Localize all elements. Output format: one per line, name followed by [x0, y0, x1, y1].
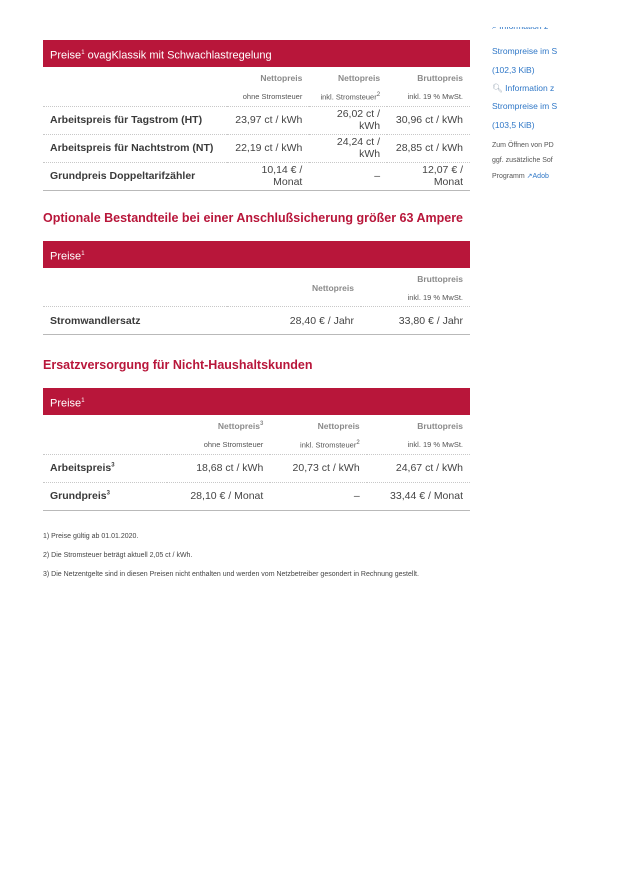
- pdf-note: Programm ↗Adob: [492, 173, 549, 180]
- price-cell: 12,07 € / Monat: [387, 161, 470, 191]
- price-cell: 10,14 € / Monat: [227, 161, 310, 191]
- table-head-row: Nettopreis Bruttopreis inkl. 19 % MwSt.: [43, 268, 470, 307]
- price-cell: 28,10 € / Monat: [167, 481, 271, 511]
- footnote-ref: 1: [81, 398, 85, 404]
- table-row: Grundpreis3 28,10 € / Monat – 33,44 € / …: [43, 481, 470, 511]
- price-table: Nettopreis ohne Stromsteuer Nettopreis ink…: [43, 67, 470, 191]
- table-header: Preise1 ovagKlassik mit Schwachlastregel…: [43, 40, 470, 67]
- row-label: Grundpreis3: [43, 481, 167, 511]
- table-header: Preise1: [43, 241, 470, 268]
- price-cell: 30,96 ct / kWh: [387, 105, 470, 134]
- column-header: Nettopreis3 ohne Stromsteuer: [203, 421, 264, 449]
- price-cell: 24,67 ct / kWh: [366, 453, 470, 482]
- footnote-ref: 1: [81, 50, 85, 56]
- price-cell: 20,73 ct / kWh: [270, 453, 367, 482]
- pdf-note: Zum Öffnen von PD: [492, 142, 554, 149]
- table-ovagklassik: Preise1 ovagKlassik mit Schwachlastregel…: [43, 40, 470, 191]
- section-title: Optionale Bestandteile bei einer Anschlu…: [43, 211, 464, 225]
- column-header: Nettopreis ohne Stromsteuer: [242, 73, 303, 101]
- table-row: Arbeitspreis für Tagstrom (HT) 23,97 ct …: [43, 105, 470, 134]
- footnote: 3) Die Netzentgelte sind in diesen Preis…: [43, 571, 419, 578]
- footnote: 1) Preise gültig ab 01.01.2020.: [43, 533, 139, 540]
- file-size: (103,5 KiB): [492, 120, 535, 130]
- table-row: Grundpreis Doppeltarifzähler 10,14 € / M…: [43, 161, 470, 191]
- header-tariff-name: ovagKlassik mit Schwachlastregelung: [87, 49, 272, 62]
- row-label: Arbeitspreis für Tagstrom (HT): [43, 105, 227, 134]
- table-substitute-supply: Preise1 Nettopreis3 ohne Stromsteuer Nett…: [43, 388, 470, 511]
- clipped-link-fragment: ⌕ Information z: [492, 27, 612, 35]
- column-header: Nettopreis inkl. Stromsteuer2: [300, 421, 360, 450]
- download-link[interactable]: Strompreise im S: [492, 46, 557, 56]
- price-cell: 23,97 ct / kWh: [227, 105, 310, 134]
- price-table: Nettopreis Bruttopreis inkl. 19 % MwSt. S…: [43, 268, 470, 335]
- table-head-row: Nettopreis3 ohne Stromsteuer Nettopreis in…: [43, 415, 470, 454]
- header-label: Preise: [50, 49, 82, 62]
- column-header: Nettopreis inkl. Stromsteuer2: [320, 73, 381, 102]
- price-cell: 33,80 € / Jahr: [361, 306, 470, 335]
- row-label: Stromwandlersatz: [43, 306, 227, 335]
- footnote: 2) Die Stromsteuer beträgt aktuell 2,05 …: [43, 552, 193, 559]
- section-title: Ersatzversorgung für Nicht-Haushaltskund…: [43, 358, 313, 372]
- table-row: Stromwandlersatz 28,40 € / Jahr 33,80 € …: [43, 306, 470, 335]
- footnotes: 1) Preise gültig ab 01.01.2020. 2) Die S…: [43, 533, 419, 590]
- header-label: Preise: [50, 250, 82, 263]
- table-header: Preise1: [43, 388, 470, 415]
- table-row: Arbeitspreis für Nachtstrom (NT) 22,19 c…: [43, 133, 470, 162]
- price-cell: 18,68 ct / kWh: [167, 453, 271, 482]
- table-head-row: Nettopreis ohne Stromsteuer Nettopreis ink…: [43, 67, 470, 106]
- magnifier-icon: 🔍︎: [492, 83, 503, 93]
- column-header: Bruttopreis inkl. 19 % MwSt.: [407, 274, 463, 302]
- row-label: Grundpreis Doppeltarifzähler: [43, 161, 227, 191]
- column-header: Bruttopreis inkl. 19 % MwSt.: [407, 73, 463, 101]
- footnote-ref: 1: [81, 251, 85, 257]
- header-label: Preise: [50, 397, 82, 410]
- download-link[interactable]: 🔍︎ Information z: [492, 83, 554, 94]
- price-cell: 22,19 ct / kWh: [227, 133, 310, 162]
- table-optional-components: Preise1 Nettopreis Bruttopreis inkl. 19 %…: [43, 241, 470, 335]
- price-cell: 28,40 € / Jahr: [227, 306, 361, 335]
- row-label: Arbeitspreis für Nachtstrom (NT): [43, 133, 227, 162]
- price-cell: 33,44 € / Monat: [366, 481, 470, 511]
- price-cell: –: [309, 161, 388, 191]
- price-table: Nettopreis3 ohne Stromsteuer Nettopreis in…: [43, 415, 470, 511]
- row-label: Arbeitspreis3: [43, 453, 167, 482]
- price-cell: 26,02 ct / kWh: [309, 105, 388, 134]
- download-link-line2[interactable]: Strompreise im S: [492, 101, 557, 111]
- column-header: Bruttopreis inkl. 19 % MwSt.: [407, 421, 463, 449]
- file-size: (102,3 KiB): [492, 65, 535, 75]
- adobe-link[interactable]: ↗Adob: [527, 173, 549, 180]
- price-cell: –: [270, 481, 367, 511]
- column-header: Nettopreis: [311, 283, 354, 293]
- price-cell: 28,85 ct / kWh: [387, 133, 470, 162]
- price-cell: 24,24 ct / kWh: [309, 133, 388, 162]
- table-row: Arbeitspreis3 18,68 ct / kWh 20,73 ct / …: [43, 453, 470, 482]
- pdf-note: ggf. zusätzliche Sof: [492, 157, 553, 164]
